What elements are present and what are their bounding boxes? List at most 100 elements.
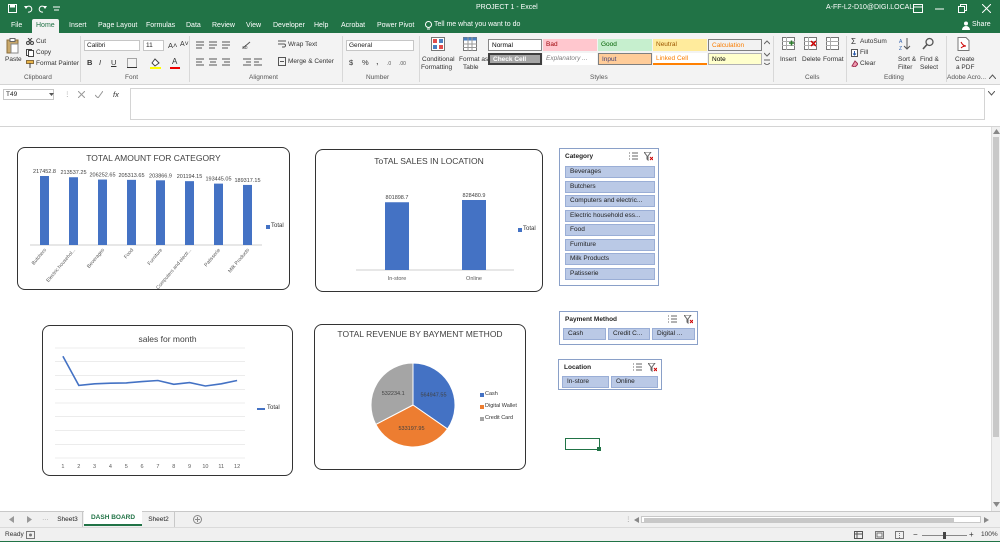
location-slicer-item[interactable]: Online xyxy=(611,376,658,388)
delete-cells-icon[interactable] xyxy=(804,37,817,51)
tab-insert[interactable]: Insert xyxy=(65,19,91,33)
expand-formula-bar-icon[interactable] xyxy=(988,91,995,96)
multi-select-icon[interactable] xyxy=(668,315,677,323)
font-name-select[interactable]: Calibri xyxy=(84,40,140,51)
horizontal-scrollbar[interactable] xyxy=(641,516,981,523)
category-slicer-item[interactable]: Furniture xyxy=(565,239,655,251)
confirm-entry-icon[interactable] xyxy=(95,91,103,98)
category-slicer[interactable]: Category Beverages Butchers Computers an… xyxy=(559,148,659,286)
multi-select-icon[interactable] xyxy=(629,152,638,160)
payment-slicer-item[interactable]: Cash xyxy=(563,328,606,340)
tab-home[interactable]: Home xyxy=(32,19,59,33)
clear-filter-icon[interactable] xyxy=(648,363,657,372)
merge-center-icon[interactable] xyxy=(278,57,286,66)
orientation-icon[interactable]: ab xyxy=(242,41,252,49)
cut-button[interactable]: Cut xyxy=(36,38,46,45)
find-select-label-2[interactable]: Select xyxy=(920,64,938,71)
selected-cell[interactable] xyxy=(565,438,600,450)
sheet-tab-sheet2[interactable]: Sheet2 xyxy=(143,512,175,527)
style-input[interactable]: Input xyxy=(598,53,652,65)
conditional-formatting-icon[interactable] xyxy=(431,37,445,51)
autosum-icon[interactable]: Σ xyxy=(851,37,856,46)
fill-handle[interactable] xyxy=(597,447,601,451)
multi-select-icon[interactable] xyxy=(633,363,642,371)
style-calculation[interactable]: Calculation xyxy=(708,39,762,51)
format-cells-button[interactable]: Format xyxy=(823,56,844,63)
format-as-table-label[interactable]: Format as xyxy=(459,56,488,63)
fill-icon[interactable] xyxy=(851,49,858,57)
percent-format-button[interactable]: % xyxy=(362,58,369,67)
copy-icon[interactable] xyxy=(26,49,34,57)
normal-view-icon[interactable] xyxy=(854,531,863,539)
bold-button[interactable]: B xyxy=(87,58,92,67)
sort-filter-label-2[interactable]: Filter xyxy=(898,64,912,71)
cancel-entry-icon[interactable] xyxy=(78,91,85,98)
style-check-cell[interactable]: Check Cell xyxy=(488,53,542,65)
find-select-label[interactable]: Find & xyxy=(920,56,939,63)
autosum-button[interactable]: AutoSum xyxy=(860,38,887,45)
format-painter-button[interactable]: Format Painter xyxy=(36,60,79,67)
category-slicer-item[interactable]: Beverages xyxy=(565,166,655,178)
month-chart[interactable]: sales for month 1 2 3 4 5 6 7 8 9 10 11 12 Total xyxy=(42,325,293,476)
conditional-formatting-label-2[interactable]: Formatting xyxy=(421,64,452,71)
format-as-table-icon[interactable] xyxy=(463,37,477,51)
decimal-places-icon[interactable]: .0 .00 xyxy=(387,58,411,67)
number-format-select[interactable]: General xyxy=(346,40,414,51)
category-slicer-item[interactable]: Milk Products xyxy=(565,253,655,265)
macro-recording-icon[interactable] xyxy=(26,531,35,539)
name-box[interactable]: T49 xyxy=(3,89,54,100)
font-size-select[interactable]: 11 xyxy=(143,40,164,51)
insert-cells-button[interactable]: Insert xyxy=(780,56,796,63)
formula-input[interactable] xyxy=(130,88,985,120)
top-middle-bottom-align-icon[interactable] xyxy=(195,41,235,49)
comma-format-button[interactable]: , xyxy=(376,56,379,66)
scroll-left-icon[interactable] xyxy=(634,517,639,523)
location-slicer[interactable]: Location In-store Online xyxy=(558,359,662,390)
create-pdf-label-2[interactable]: a PDF xyxy=(956,64,974,71)
insert-function-button[interactable]: fx xyxy=(113,90,119,99)
close-icon[interactable] xyxy=(982,4,991,13)
sheet-tab-dash-board[interactable]: DASH BOARD xyxy=(84,511,142,526)
tell-me-search[interactable]: Tell me what you want to do xyxy=(434,21,520,28)
vertical-scrollbar[interactable] xyxy=(991,127,1000,511)
style-note[interactable]: Note xyxy=(708,53,762,65)
page-layout-view-icon[interactable] xyxy=(875,531,884,539)
tab-acrobat[interactable]: Acrobat xyxy=(337,19,369,33)
category-slicer-item[interactable]: Patisserie xyxy=(565,268,655,280)
zoom-slider-thumb[interactable] xyxy=(943,532,946,539)
collapse-ribbon-icon[interactable] xyxy=(989,74,996,79)
payment-method-slicer[interactable]: Payment Method Cash Credit C... Digital … xyxy=(559,311,698,345)
create-pdf-label[interactable]: Create xyxy=(955,56,975,63)
sort-filter-icon[interactable]: AZ xyxy=(899,37,912,51)
decrease-font-icon[interactable]: A˅ xyxy=(180,41,189,48)
undo-icon[interactable] xyxy=(24,4,33,13)
currency-format-button[interactable]: $ xyxy=(349,58,353,67)
ribbon-display-icon[interactable] xyxy=(913,4,923,13)
category-slicer-item[interactable]: Electric household ess... xyxy=(565,210,655,222)
style-neutral[interactable]: Neutral xyxy=(653,39,707,51)
italic-button[interactable]: I xyxy=(99,58,101,67)
tab-developer[interactable]: Developer xyxy=(269,19,309,33)
vertical-scroll-thumb[interactable] xyxy=(993,137,999,437)
location-chart[interactable]: ToTAL SALES IN LOCATION 801898.7 In-store… xyxy=(315,149,543,292)
wrap-text-icon[interactable] xyxy=(278,40,286,49)
category-slicer-item[interactable]: Computers and electric... xyxy=(565,195,655,207)
next-sheet-icon[interactable] xyxy=(27,516,32,523)
tab-view[interactable]: View xyxy=(242,19,265,33)
horizontal-scroll-thumb[interactable] xyxy=(644,518,954,522)
sheet-tab-sheet3[interactable]: Sheet3 xyxy=(53,512,83,527)
sheet-area[interactable]: TOTAL AMOUNT FOR CATEGORY 217452.8 Butche… xyxy=(0,127,1000,511)
zoom-in-button[interactable]: + xyxy=(969,530,974,539)
conditional-formatting-label[interactable]: Conditional xyxy=(422,56,455,63)
underline-button[interactable]: U xyxy=(111,58,116,67)
tab-split-handle[interactable]: ⋮ xyxy=(625,515,632,523)
cut-icon[interactable] xyxy=(26,38,34,45)
copy-button[interactable]: Copy xyxy=(36,49,51,56)
tab-data[interactable]: Data xyxy=(182,19,205,33)
clear-icon[interactable] xyxy=(851,60,858,67)
restore-icon[interactable] xyxy=(958,4,967,13)
style-normal[interactable]: Normal xyxy=(488,39,542,51)
share-button[interactable]: Share xyxy=(972,21,991,28)
new-sheet-icon[interactable] xyxy=(193,515,202,524)
borders-icon[interactable] xyxy=(127,58,137,68)
